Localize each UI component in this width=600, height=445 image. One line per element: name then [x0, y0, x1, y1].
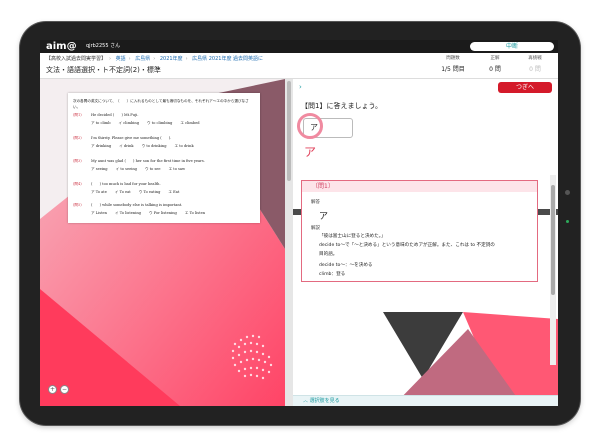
question-item: (問3) My aunt was glad ( ) her son for the… [73, 159, 205, 171]
stat-retry: 再挑戦 0 問 [528, 56, 542, 73]
pane-splitter[interactable] [285, 79, 293, 406]
question-item: (問1) He decided ( ) Mt.Fuji. ア to climb イ … [73, 113, 200, 125]
question-item: (問4)( ) too much is bad for your health.… [73, 182, 180, 194]
indicator-dot [566, 220, 569, 223]
selected-answer: ア [304, 145, 317, 159]
right-scrollbar-thumb[interactable] [551, 185, 555, 295]
explanation-line: decide to～で「～と決める」という意味のためアが正解。また、これは to… [319, 243, 495, 248]
app-logo: aim@ [46, 41, 77, 52]
highlight-ring [297, 113, 323, 139]
breadcrumb-item[interactable]: 2021年度 [160, 56, 183, 62]
stop-button[interactable]: 中断 [470, 42, 554, 51]
breadcrumb-item[interactable]: 英語 [116, 56, 126, 62]
show-choices-label: 選択肢を見る [309, 398, 340, 404]
app-screen: aim@ qjrb2255 さん 中断 【高校入試過去問実学習】 › 英語 › 広島… [40, 40, 558, 406]
show-choices-bar[interactable]: ︿ 選択肢を見る [293, 395, 558, 406]
right-scrollbar[interactable] [550, 175, 556, 365]
page-title: 文法・語語選択・ト不定詞(2)・標準 [46, 66, 161, 74]
chevron-up-icon: ︿ [303, 398, 309, 404]
top-bar: aim@ qjrb2255 さん 中断 [40, 40, 558, 53]
explanation-line: decide to～：～を決める [319, 263, 373, 268]
left-scrollbar-thumb[interactable] [287, 81, 291, 181]
camera-dot [565, 190, 570, 195]
breadcrumb-item[interactable]: 【高校入試過去問実学習】 [46, 56, 106, 62]
breadcrumb-item[interactable]: 広島県 [135, 56, 150, 62]
question-card: 次の各問の英文について、（ ）に入れるものとして最も適切なものを、それぞれア〜エ… [68, 93, 260, 223]
stat-question-count: 問題数 1/5 問目 [441, 56, 465, 73]
next-button[interactable]: つぎへ [498, 82, 552, 93]
question-item: (問2) I'm thirsty. Please give me somethin… [73, 136, 194, 148]
question-title: 【問1】に答えましょう。 [301, 102, 383, 110]
explanation-line: climb：登る [319, 272, 346, 277]
explanation-line: 目的語。 [319, 252, 338, 257]
answer-value: ア [319, 212, 329, 222]
question-pane: 次の各問の英文について、（ ）に入れるものとして最も適切なものを、それぞれア〜エ… [40, 79, 285, 406]
zoom-out-button[interactable]: − [60, 385, 69, 394]
explanation-line: 「彼は富士山に登ると決めた。」 [319, 234, 386, 239]
question-item: (問5)( ) while somebody else is talking i… [73, 203, 206, 215]
user-name: qjrb2255 さん [86, 43, 121, 49]
answer-label: 解答 [311, 200, 320, 205]
zoom-in-button[interactable]: + [48, 385, 57, 394]
explanation-panel: 〔問1〕 解答 ア 解説 「彼は富士山に登ると決めた。」 decide to～で… [301, 180, 538, 282]
stat-correct: 正解 0 問 [489, 56, 501, 73]
explanation-header: 〔問1〕 [302, 181, 537, 192]
breadcrumb-item[interactable]: 広島県 2021年度 過去問英語に [192, 56, 263, 62]
explanation-label: 解説 [311, 226, 320, 231]
collapse-chevron-icon[interactable]: › [299, 83, 302, 91]
breadcrumb: 【高校入試過去問実学習】 › 英語 › 広島県 › 2021年度 › 広島県 2021年… [46, 56, 264, 62]
question-instruction: 次の各問の英文について、（ ）に入れるものとして最も適切なものを、それぞれア〜エ… [73, 99, 249, 109]
